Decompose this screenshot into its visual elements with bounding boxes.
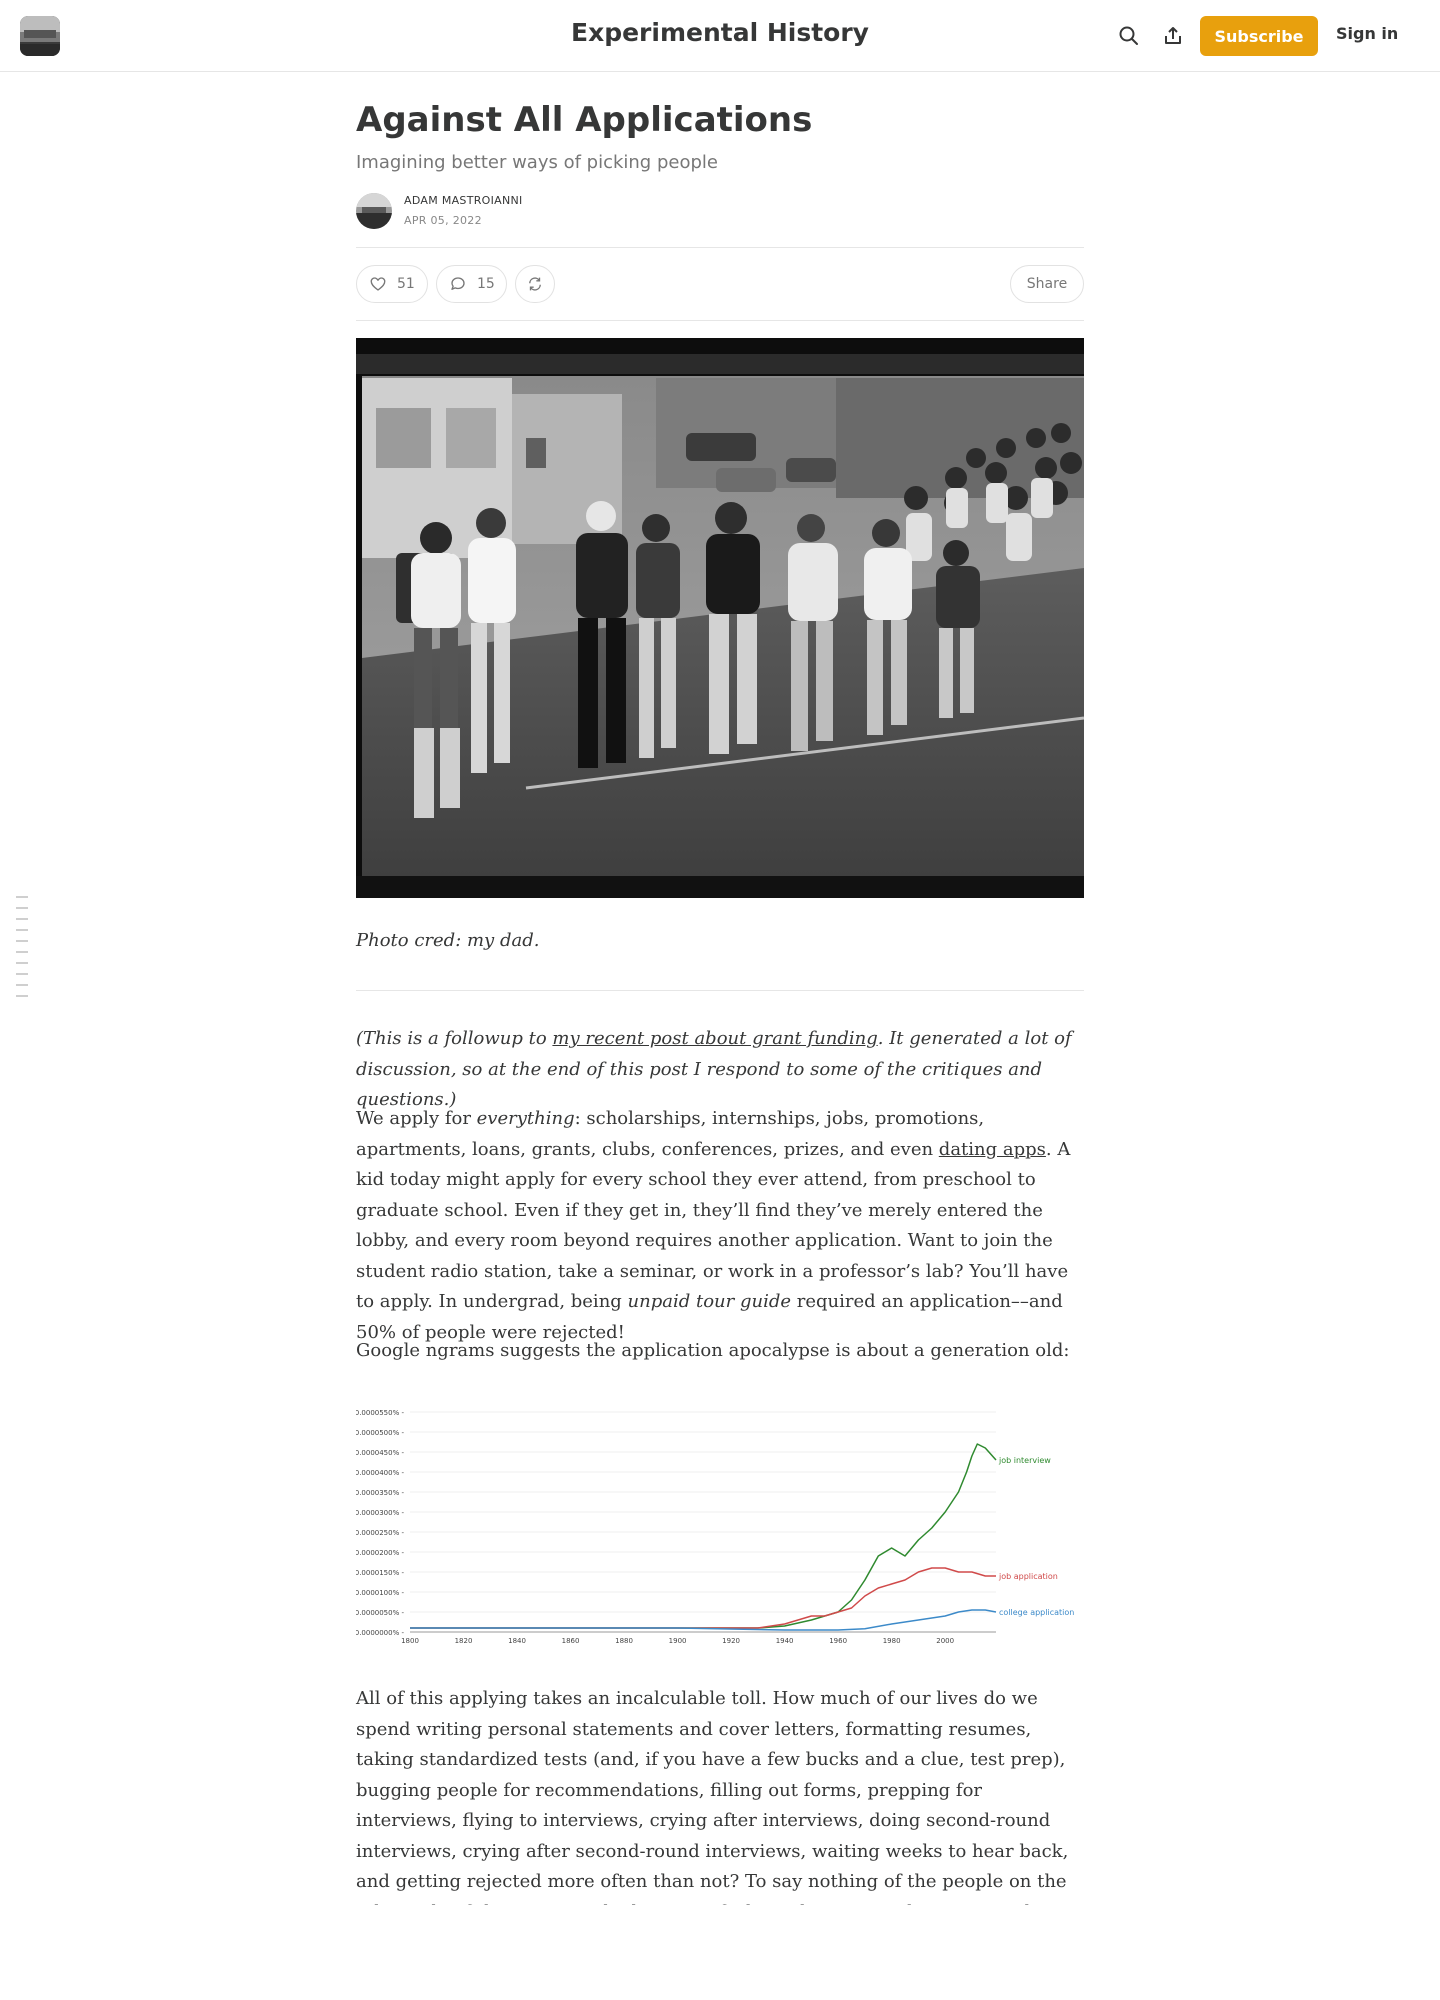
comment-icon [449,275,467,293]
divider [356,990,1084,991]
post-date: APR 05, 2022 [404,214,482,227]
paragraph-text: . A kid today might apply for every scho… [356,1138,1071,1313]
paragraph-ngrams: Google ngrams suggests the application a… [356,1340,1070,1361]
grant-funding-link[interactable]: my recent post about grant funding [552,1028,877,1049]
toc-marker[interactable] [16,918,28,920]
hero-photo[interactable] [356,338,1086,898]
author-name[interactable]: ADAM MASTROIANNI [404,194,523,207]
y-tick-label: 0.0000150% - [356,1569,404,1577]
x-tick-label: 2000 [936,1637,954,1645]
intro-paragraph: (This is a followup to my recent post ab… [356,1024,1086,1116]
restack-icon [526,275,544,293]
ngram-chart-svg: 0.0000000% - 0.0000050% - 0.0000100% - 0.00… [355,1409,1075,1645]
y-tick-label: 0.0000250% - [356,1529,404,1537]
series-label: job interview [998,1456,1051,1465]
paragraph-applications: We apply for everything: scholarships, i… [356,1104,1086,1348]
y-tick-label: 0.0000400% - [356,1469,404,1477]
avatar[interactable] [356,193,392,229]
y-tick-label: 0.0000450% - [356,1449,404,1457]
bottom-fade [0,1905,1440,2000]
share-button[interactable]: Share [1010,265,1084,303]
series-label: college application [999,1608,1074,1617]
signin-link[interactable]: Sign in [1336,24,1398,43]
share-icon[interactable] [1161,24,1185,48]
x-tick-label: 1980 [883,1637,901,1645]
y-tick-label: 0.0000200% - [356,1549,404,1557]
toc-marker[interactable] [16,951,28,953]
toc-marker[interactable] [16,962,28,964]
heart-icon [369,275,387,293]
y-tick-label: 0.0000050% - [356,1609,404,1617]
intro-text: (This is a followup to [356,1028,553,1049]
post-title: Against All Applications [356,100,813,140]
y-tick-label: 0.0000300% - [356,1509,404,1517]
comment-count: 15 [477,276,495,292]
toc-marker[interactable] [16,984,28,986]
y-tick-label: 0.0000100% - [356,1589,404,1597]
x-tick-label: 1840 [508,1637,526,1645]
emphasis-tour-guide: unpaid tour guide [627,1291,792,1312]
like-count: 51 [397,276,415,292]
x-tick-label: 1900 [669,1637,687,1645]
paragraph-text: We apply for [356,1108,477,1129]
series-line [410,1609,997,1631]
y-tick-label: 0.0000350% - [356,1489,404,1497]
divider [356,247,1084,248]
subscribe-button[interactable]: Subscribe [1200,16,1318,56]
toc-marker[interactable] [16,929,28,931]
toc-marker[interactable] [16,973,28,975]
x-tick-label: 1880 [615,1637,633,1645]
y-tick-label: 0.0000550% - [356,1409,404,1417]
x-tick-label: 1940 [776,1637,794,1645]
series-label: job application [998,1572,1058,1581]
post-subtitle: Imagining better ways of picking people [356,152,718,173]
y-tick-label: 0.0000000% - [356,1629,404,1637]
restack-button[interactable] [515,265,555,303]
search-icon[interactable] [1117,24,1141,48]
x-tick-label: 1920 [722,1637,740,1645]
ngram-chart[interactable]: 0.0000000% - 0.0000050% - 0.0000100% - 0.00… [355,1400,1080,1660]
x-tick-label: 1820 [455,1637,473,1645]
divider [356,320,1084,321]
toc-marker[interactable] [16,940,28,942]
x-tick-label: 1960 [829,1637,847,1645]
x-tick-label: 1860 [562,1637,580,1645]
dating-apps-link[interactable]: dating apps [939,1139,1046,1160]
y-tick-label: 0.0000500% - [356,1429,404,1437]
toc-marker[interactable] [16,995,28,997]
x-tick-label: 1800 [401,1637,419,1645]
series-line [410,1567,996,1629]
toc-marker[interactable] [16,907,28,909]
emphasis-everything: everything [476,1108,575,1129]
comment-button[interactable]: 15 [436,265,507,303]
share-button-label: Share [1026,276,1068,292]
table-of-contents[interactable] [16,896,28,1006]
top-bar: Experimental History Subscribe Sign in [0,0,1440,72]
image-caption: Photo cred: my dad. [356,930,540,951]
toc-marker[interactable] [16,896,28,898]
like-button[interactable]: 51 [356,265,428,303]
